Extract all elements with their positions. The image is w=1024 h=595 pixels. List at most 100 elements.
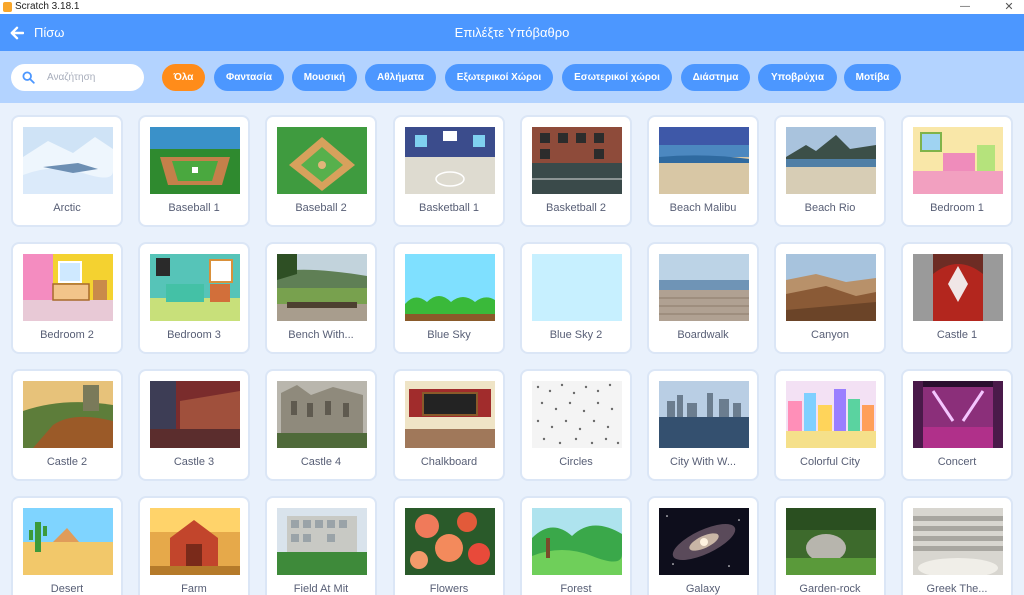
backdrop-card-concert[interactable]: Concert (901, 369, 1013, 481)
backdrop-card-bedroom-2[interactable]: Bedroom 2 (11, 242, 123, 354)
tag-patterns[interactable]: Μοτίβα (844, 64, 901, 91)
tag-outdoors[interactable]: Εξωτερικοί Χώροι (445, 64, 553, 91)
backdrop-card-forest[interactable]: Forest (520, 496, 632, 595)
backdrop-thumbnail (277, 254, 367, 321)
tag-music[interactable]: Μουσική (292, 64, 357, 91)
backdrop-name: Bedroom 1 (930, 202, 984, 214)
backdrop-card-circles[interactable]: Circles (520, 369, 632, 481)
backdrop-card-bedroom-1[interactable]: Bedroom 1 (901, 115, 1013, 227)
backdrop-thumbnail (23, 508, 113, 575)
backdrop-card-colorful-city[interactable]: Colorful City (774, 369, 886, 481)
backdrop-card-desert[interactable]: Desert (11, 496, 123, 595)
backdrop-name: Field At Mit (293, 583, 349, 595)
backdrop-thumbnail (532, 127, 622, 194)
backdrop-card-basketball-1[interactable]: Basketball 1 (393, 115, 505, 227)
backdrop-card-garden-rock[interactable]: Garden-rock (774, 496, 886, 595)
backdrop-card-greek-the[interactable]: Greek The... (901, 496, 1013, 595)
backdrop-name: Galaxy (685, 583, 721, 595)
backdrop-name: City With W... (670, 456, 736, 468)
backdrop-name: Bedroom 2 (40, 329, 94, 341)
tag-space[interactable]: Διάστημα (681, 64, 750, 91)
backdrop-thumbnail (659, 381, 749, 448)
backdrop-thumbnail (913, 127, 1003, 194)
backdrop-thumbnail (786, 508, 876, 575)
tag-fantasy[interactable]: Φαντασία (214, 64, 284, 91)
backdrop-name: Castle 1 (936, 329, 978, 341)
backdrop-card-flowers[interactable]: Flowers (393, 496, 505, 595)
backdrop-thumbnail (532, 254, 622, 321)
backdrop-card-canyon[interactable]: Canyon (774, 242, 886, 354)
backdrop-card-castle-1[interactable]: Castle 1 (901, 242, 1013, 354)
backdrop-card-boardwalk[interactable]: Boardwalk (647, 242, 759, 354)
backdrop-name: Blue Sky (427, 329, 471, 341)
backdrop-card-chalkboard[interactable]: Chalkboard (393, 369, 505, 481)
backdrop-card-farm[interactable]: Farm (138, 496, 250, 595)
backdrop-card-castle-4[interactable]: Castle 4 (265, 369, 377, 481)
backdrop-thumbnail (150, 254, 240, 321)
backdrop-thumbnail (532, 508, 622, 575)
backdrop-thumbnail (659, 254, 749, 321)
backdrop-card-castle-3[interactable]: Castle 3 (138, 369, 250, 481)
backdrop-name: Canyon (811, 329, 849, 341)
backdrop-thumbnail (150, 381, 240, 448)
backdrop-card-city-with-w[interactable]: City With W... (647, 369, 759, 481)
close-window-button[interactable]: ✕ (1003, 0, 1015, 14)
backdrop-card-galaxy[interactable]: Galaxy (647, 496, 759, 595)
backdrop-name: Baseball 2 (295, 202, 347, 214)
backdrop-thumbnail (659, 508, 749, 575)
tag-all[interactable]: Όλα (162, 64, 205, 91)
backdrop-card-bench-with[interactable]: Bench With... (265, 242, 377, 354)
backdrop-name: Blue Sky 2 (549, 329, 603, 341)
backdrop-thumbnail (532, 381, 622, 448)
backdrop-card-baseball-1[interactable]: Baseball 1 (138, 115, 250, 227)
backdrop-thumbnail (405, 381, 495, 448)
window-title: Scratch 3.18.1 (15, 1, 80, 12)
backdrop-name: Beach Rio (804, 202, 856, 214)
backdrop-card-basketball-2[interactable]: Basketball 2 (520, 115, 632, 227)
backdrop-card-blue-sky[interactable]: Blue Sky (393, 242, 505, 354)
backdrop-card-field-at-mit[interactable]: Field At Mit (265, 496, 377, 595)
backdrop-name: Beach Malibu (669, 202, 737, 214)
tag-underwater[interactable]: Υποβρύχια (758, 64, 837, 91)
backdrop-card-beach-rio[interactable]: Beach Rio (774, 115, 886, 227)
back-label: Πίσω (34, 25, 65, 40)
backdrop-name: Basketball 1 (419, 202, 479, 214)
backdrop-card-blue-sky-2[interactable]: Blue Sky 2 (520, 242, 632, 354)
backdrop-thumbnail (659, 127, 749, 194)
backdrop-thumbnail (277, 127, 367, 194)
backdrop-thumbnail (786, 127, 876, 194)
backdrop-name: Concert (937, 456, 977, 468)
arrow-left-icon (10, 26, 24, 39)
tag-indoors[interactable]: Εσωτερικοί χώροι (562, 64, 672, 91)
backdrop-thumbnail (150, 127, 240, 194)
window-titlebar: Scratch 3.18.1 — ✕ (0, 0, 1024, 14)
search-input[interactable] (47, 68, 137, 87)
backdrop-name: Greek The... (926, 583, 988, 595)
backdrop-card-castle-2[interactable]: Castle 2 (11, 369, 123, 481)
filter-bar: Όλα Φαντασία Μουσική Αθλήματα Εξωτερικοί… (0, 51, 1024, 103)
library-header: Πίσω Επιλέξτε Υπόβαθρο (0, 14, 1024, 51)
minimize-button[interactable]: — (960, 0, 970, 14)
backdrop-card-beach-malibu[interactable]: Beach Malibu (647, 115, 759, 227)
backdrop-name: Forest (560, 583, 592, 595)
backdrop-grid: Arctic Baseball 1 Baseball 2 Basketball 1 Ba… (0, 103, 1024, 595)
backdrop-name: Boardwalk (677, 329, 729, 341)
backdrop-thumbnail (913, 381, 1003, 448)
search-box[interactable] (11, 64, 144, 91)
back-button[interactable]: Πίσω (10, 14, 64, 51)
backdrop-name: Basketball 2 (546, 202, 606, 214)
backdrop-thumbnail (405, 508, 495, 575)
backdrop-name: Desert (50, 583, 84, 595)
backdrop-card-bedroom-3[interactable]: Bedroom 3 (138, 242, 250, 354)
backdrop-name: Chalkboard (420, 456, 478, 468)
backdrop-card-baseball-2[interactable]: Baseball 2 (265, 115, 377, 227)
backdrop-name: Arctic (53, 202, 81, 214)
backdrop-thumbnail (23, 127, 113, 194)
backdrop-thumbnail (277, 508, 367, 575)
backdrop-thumbnail (277, 381, 367, 448)
tag-sports[interactable]: Αθλήματα (365, 64, 436, 91)
backdrop-card-arctic[interactable]: Arctic (11, 115, 123, 227)
page-title: Επιλέξτε Υπόβαθρο (454, 25, 570, 40)
search-icon (22, 71, 35, 84)
backdrop-thumbnail (150, 508, 240, 575)
